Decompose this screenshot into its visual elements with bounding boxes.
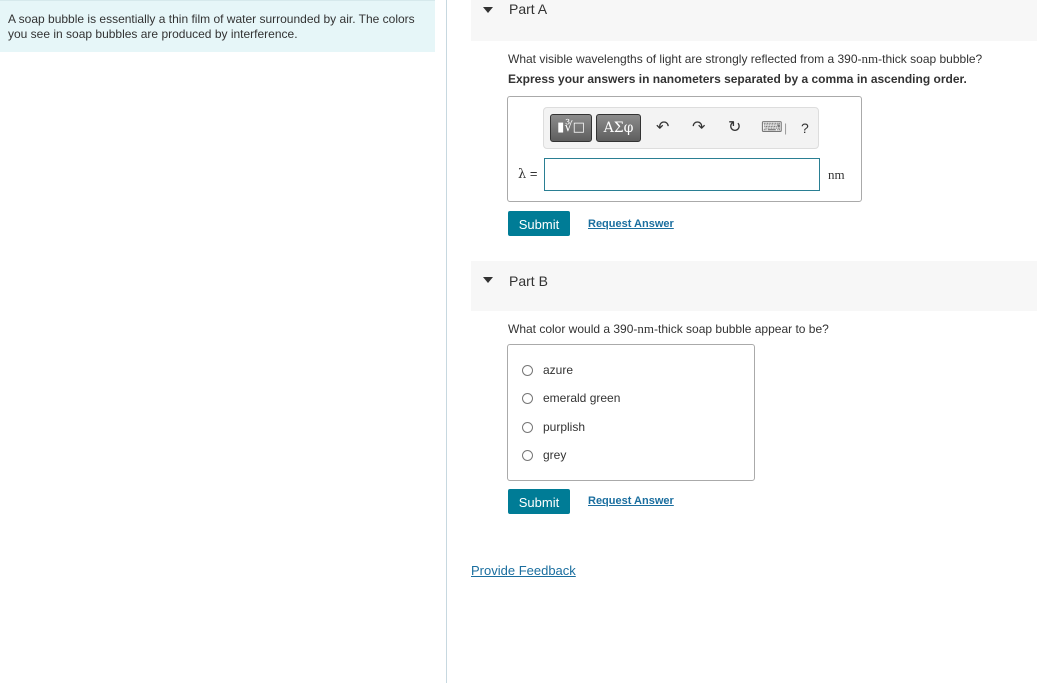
equals-sign: = <box>526 166 538 181</box>
choice-label: azure <box>543 363 574 377</box>
choice-label: purplish <box>543 420 586 434</box>
choice-purplish[interactable]: purplish <box>522 419 585 435</box>
wavelength-answer-input[interactable] <box>544 158 820 191</box>
keyboard-icon[interactable]: ⌨ <box>761 118 783 138</box>
part-a-submit-button[interactable]: Submit <box>508 211 570 236</box>
question-text-end: -thick soap bubble appear to be? <box>654 322 829 336</box>
greek-symbols-label: ΑΣφ <box>603 120 634 136</box>
radio-button[interactable] <box>522 392 533 404</box>
lambda-symbol: λ <box>518 167 527 182</box>
radio-button[interactable] <box>522 364 533 376</box>
radio-button[interactable] <box>522 449 533 461</box>
choice-label: grey <box>543 448 567 462</box>
part-b-submit-button[interactable]: Submit <box>508 489 570 514</box>
pane-divider[interactable] <box>446 0 447 683</box>
math-toolbar: ▮∛□ ΑΣφ ↶ ↷ ↻ ⌨ | ? <box>543 107 819 149</box>
templates-icon: ▮∛□ <box>557 120 585 135</box>
part-a-request-answer-link[interactable]: Request Answer <box>588 218 674 230</box>
choice-label: emerald green <box>543 391 621 405</box>
templates-button[interactable]: ▮∛□ <box>550 114 592 142</box>
radio-button[interactable] <box>522 421 533 433</box>
question-text: What color would a 390- <box>508 322 638 336</box>
part-b-header[interactable]: Part B <box>471 261 1037 311</box>
part-a-question: What visible wavelengths of light are st… <box>508 51 982 67</box>
reset-icon[interactable]: ↻ <box>728 118 741 138</box>
part-b-request-answer-link[interactable]: Request Answer <box>588 495 674 507</box>
collapse-caret-icon <box>483 7 493 13</box>
choice-emerald-green[interactable]: emerald green <box>522 390 620 406</box>
provide-feedback-link[interactable]: Provide Feedback <box>471 563 576 578</box>
collapse-caret-icon <box>483 277 493 283</box>
intro-text: A soap bubble is essentially a thin film… <box>8 12 415 41</box>
question-unit: nm <box>637 321 655 336</box>
question-unit: nm <box>861 51 879 66</box>
choice-grey[interactable]: grey <box>522 447 566 463</box>
question-text-end: -thick soap bubble? <box>878 52 983 66</box>
part-a-title: Part A <box>509 1 548 17</box>
redo-icon[interactable]: ↷ <box>692 118 705 138</box>
variable-label: λ = <box>518 166 537 182</box>
help-icon[interactable]: ? <box>801 118 809 138</box>
unit-label: nm <box>828 167 845 182</box>
part-a-instruction: Express your answers in nanometers separ… <box>508 72 967 86</box>
problem-intro: A soap bubble is essentially a thin film… <box>0 0 435 52</box>
question-text: What visible wavelengths of light are st… <box>508 52 862 66</box>
part-a-header[interactable]: Part A <box>471 0 1037 41</box>
undo-icon[interactable]: ↶ <box>656 118 669 138</box>
part-b-title: Part B <box>509 273 548 289</box>
toolbar-separator: | <box>784 121 788 135</box>
greek-symbols-button[interactable]: ΑΣφ <box>596 114 641 142</box>
part-b-question: What color would a 390-nm-thick soap bub… <box>508 321 829 337</box>
choice-azure[interactable]: azure <box>522 362 573 378</box>
